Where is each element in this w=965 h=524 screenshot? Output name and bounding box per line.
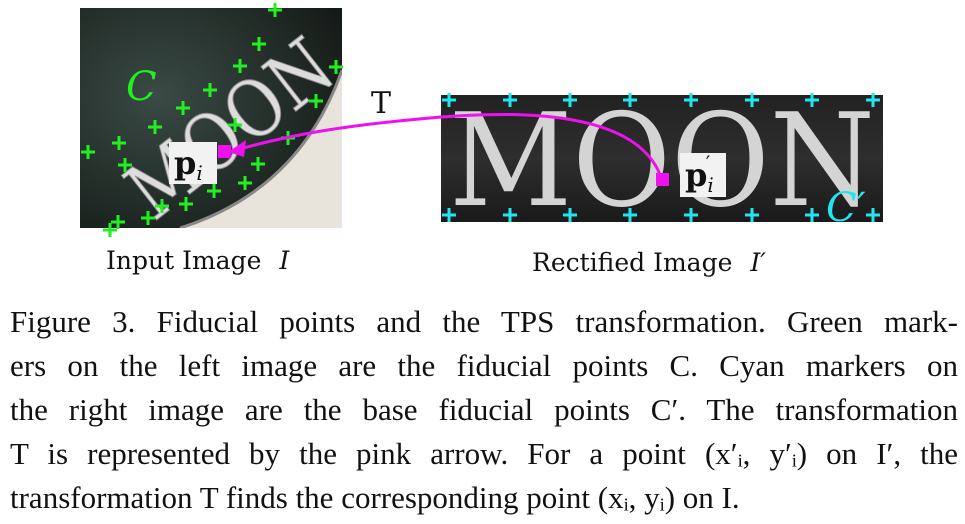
arrow-label-t: T	[371, 86, 391, 121]
input-image-caption-text: Input Image	[106, 246, 262, 275]
point-pi-prime-marker	[656, 173, 669, 186]
caption-line: transformation T finds the corresponding…	[10, 480, 740, 515]
input-image: MOON	[80, 8, 342, 228]
input-image-caption: Input Image I	[106, 246, 289, 275]
input-image-symbol: I	[279, 246, 290, 275]
point-pi-marker	[218, 145, 231, 158]
set-label-c-prime: C′	[826, 185, 866, 231]
set-label-c: C	[126, 64, 157, 110]
caption-line: Figure 3. Fiducial points and the TPS tr…	[10, 304, 958, 339]
figure-caption: Figure 3. Fiducial points and the TPS tr…	[10, 300, 958, 520]
figure: MOON MOON C C′ T pi pi′ Input Image I Re…	[0, 0, 965, 290]
rectified-image-symbol: I′	[750, 248, 766, 277]
caption-line: the right image are the base fiducial po…	[10, 392, 958, 427]
rectified-image-caption: Rectified Image I′	[532, 248, 766, 277]
caption-line: T is represented by the pink arrow. For …	[10, 436, 958, 471]
caption-line: ers on the left image are the fiducial p…	[10, 348, 958, 383]
svg-text:pi′: pi′	[685, 151, 714, 197]
rectified-image-caption-text: Rectified Image	[532, 248, 733, 277]
